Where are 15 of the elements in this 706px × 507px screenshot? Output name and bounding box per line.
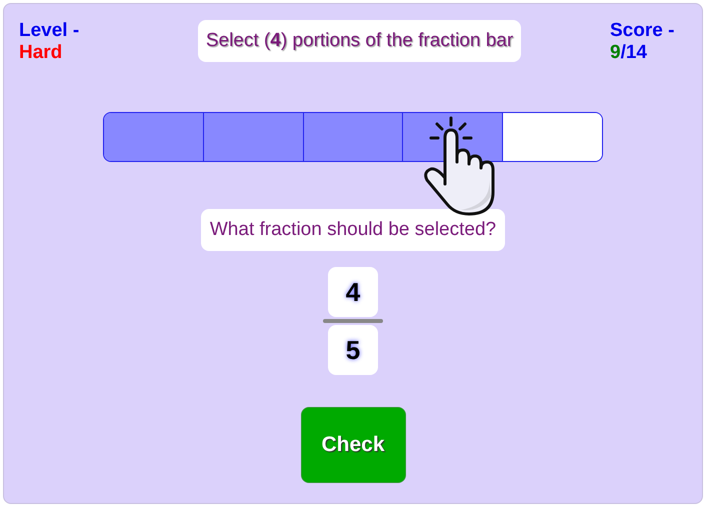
check-button[interactable]: Check <box>300 407 406 483</box>
instruction-text: Select (4) portions of the fraction bar <box>198 20 522 62</box>
numerator: 4 <box>328 267 378 317</box>
score-total: /14 <box>620 42 647 63</box>
fraction-bar-segment[interactable] <box>204 113 304 161</box>
fraction-bar-segment[interactable] <box>304 113 404 161</box>
question-text: What fraction should be selected? <box>200 209 506 251</box>
fraction-bar-segment[interactable] <box>104 113 204 161</box>
score-correct: 9 <box>610 42 621 63</box>
denominator: 5 <box>328 325 378 375</box>
fraction-bar-segment[interactable] <box>503 113 602 161</box>
level-label: Level - <box>19 20 80 42</box>
score-label: Score - <box>610 20 674 42</box>
level-value: Hard <box>19 42 64 64</box>
fraction-line <box>323 319 383 323</box>
